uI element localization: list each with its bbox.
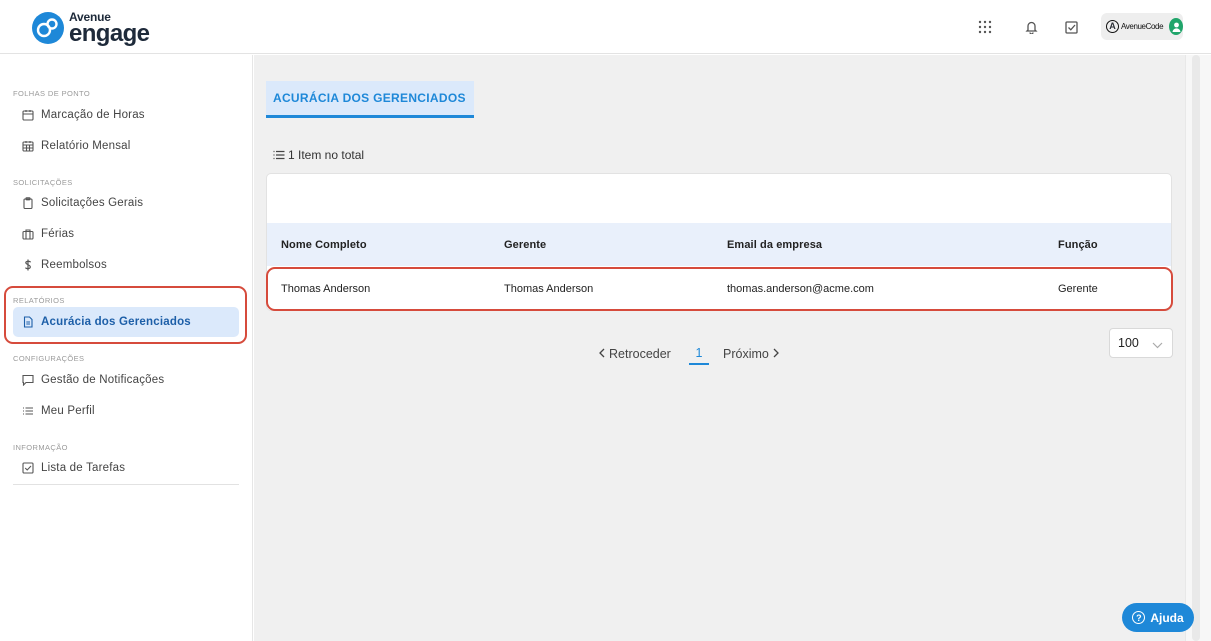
company-logo: A AvenueCode <box>1106 20 1164 33</box>
sidebar-item-label: Reembolsos <box>41 259 107 271</box>
bell-icon[interactable] <box>1021 17 1041 37</box>
sidebar-item-acuracia-gerenciados[interactable]: Acurácia dos Gerenciados <box>13 307 239 337</box>
sidebar-item-label: Marcação de Horas <box>41 109 145 121</box>
chevron-right-icon <box>773 347 779 361</box>
help-question-icon: ? <box>1132 611 1146 624</box>
cell-gerente: Thomas Anderson <box>504 283 594 295</box>
table-row[interactable]: Thomas Anderson Thomas Anderson thomas.a… <box>267 266 1171 310</box>
app-logo[interactable]: Avenue engage <box>32 9 150 47</box>
help-label: Ajuda <box>1150 610 1184 625</box>
logo-mark-icon <box>32 12 64 44</box>
sidebar-item-label: Gestão de Notificações <box>41 374 165 386</box>
section-title-folhas: FOLHAS DE PONTO <box>13 89 91 98</box>
page-size-value: 100 <box>1118 336 1139 350</box>
logo-text-big: engage <box>69 19 150 47</box>
scrollbar-thumb[interactable] <box>1192 55 1200 641</box>
sidebar: FOLHAS DE PONTO Marcação de Horas Relató… <box>0 55 253 641</box>
list-icon <box>273 150 285 160</box>
user-icon <box>1172 22 1181 32</box>
column-header-gerente[interactable]: Gerente <box>504 239 546 251</box>
sidebar-item-gestao-notificacoes[interactable]: Gestão de Notificações <box>13 365 239 395</box>
scrollbar[interactable] <box>1185 55 1211 641</box>
data-table: Nome Completo Gerente Email da empresa F… <box>266 173 1172 311</box>
tab-label: ACURÁCIA DOS GERENCIADOS <box>273 91 466 105</box>
pagination-next[interactable]: Próximo <box>723 343 779 365</box>
sidebar-item-relatorio-mensal[interactable]: Relatório Mensal <box>13 131 239 161</box>
account-menu[interactable]: A AvenueCode <box>1101 13 1183 40</box>
table-header: Nome Completo Gerente Email da empresa F… <box>267 223 1171 266</box>
sidebar-item-reembolsos[interactable]: Reembolsos <box>13 250 239 280</box>
pagination-next-label: Próximo <box>723 347 769 361</box>
suitcase-icon <box>22 228 34 240</box>
sidebar-item-ferias[interactable]: Férias <box>13 219 239 249</box>
calendar-grid-icon <box>22 140 34 152</box>
sidebar-item-label: Solicitações Gerais <box>41 197 144 209</box>
pagination-prev-label: Retroceder <box>609 347 671 361</box>
column-header-email[interactable]: Email da empresa <box>727 239 822 251</box>
section-title-solicitacoes: SOLICITAÇÕES <box>13 178 73 187</box>
calendar-icon <box>22 109 34 121</box>
clipboard-icon <box>22 197 34 209</box>
column-header-nome[interactable]: Nome Completo <box>281 239 367 251</box>
top-header: Avenue engage A AvenueCode <box>0 0 1211 54</box>
sidebar-item-label: Meu Perfil <box>41 405 95 417</box>
sidebar-item-label: Férias <box>41 228 75 240</box>
company-name: AvenueCode <box>1121 22 1164 31</box>
document-icon <box>22 316 34 328</box>
cell-email: thomas.anderson@acme.com <box>727 283 874 295</box>
chevron-down-icon <box>1152 338 1163 352</box>
help-button[interactable]: ? Ajuda <box>1122 603 1194 632</box>
checkbox-icon <box>22 462 34 474</box>
tab-acuracia-gerenciados[interactable]: ACURÁCIA DOS GERENCIADOS <box>266 81 474 118</box>
sidebar-item-label: Acurácia dos Gerenciados <box>41 316 191 328</box>
sidebar-item-solicitacoes-gerais[interactable]: Solicitações Gerais <box>13 188 239 218</box>
sidebar-item-marcacao-horas[interactable]: Marcação de Horas <box>13 100 239 130</box>
sidebar-divider <box>13 484 239 485</box>
section-title-informacao: INFORMAÇÃO <box>13 443 68 452</box>
sidebar-item-lista-tarefas[interactable]: Lista de Tarefas <box>13 453 239 483</box>
avatar <box>1169 18 1183 35</box>
pagination-prev[interactable]: Retroceder <box>599 343 671 365</box>
dollar-icon <box>22 259 34 271</box>
chevron-left-icon <box>599 347 605 361</box>
sidebar-item-meu-perfil[interactable]: Meu Perfil <box>13 396 239 426</box>
page-size-select[interactable]: 100 <box>1109 328 1173 358</box>
sidebar-item-label: Relatório Mensal <box>41 140 131 152</box>
section-title-configuracoes: CONFIGURAÇÕES <box>13 354 85 363</box>
cell-nome: Thomas Anderson <box>281 283 371 295</box>
main-content: ACURÁCIA DOS GERENCIADOS 1 Item no total… <box>254 55 1185 641</box>
task-check-icon[interactable] <box>1061 17 1081 37</box>
total-count-text: 1 Item no total <box>288 148 365 162</box>
company-initial: A <box>1106 20 1119 33</box>
total-count: 1 Item no total <box>273 148 364 162</box>
message-icon <box>22 374 34 386</box>
column-header-funcao[interactable]: Função <box>1058 239 1098 251</box>
sidebar-item-label: Lista de Tarefas <box>41 462 126 474</box>
section-title-relatorios: RELATÓRIOS <box>13 296 65 305</box>
pagination-page-1[interactable]: 1 <box>689 343 709 365</box>
list-icon <box>22 405 34 417</box>
apps-grid-icon[interactable] <box>975 17 995 37</box>
cell-funcao: Gerente <box>1058 283 1098 295</box>
